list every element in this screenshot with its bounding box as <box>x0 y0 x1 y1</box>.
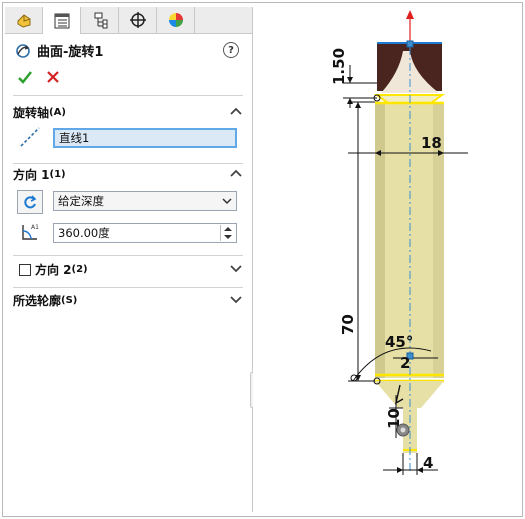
angle-value: 360.00度 <box>58 226 110 240</box>
revolve-surface-icon <box>16 43 30 58</box>
svg-text:A1: A1 <box>31 224 39 231</box>
direction2-section-header[interactable]: 方向 2 (2) <box>35 261 243 278</box>
axis-line-icon <box>20 127 40 147</box>
section-divider <box>13 163 243 164</box>
feature-title: 曲面-旋转1 <box>15 41 103 60</box>
section-divider <box>13 95 243 96</box>
tab-propertymanager[interactable] <box>43 7 81 34</box>
chevron-down-icon[interactable] <box>229 261 243 275</box>
end-condition-value: 给定深度 <box>58 194 104 208</box>
tab-configurationmanager[interactable] <box>81 7 119 33</box>
reverse-direction-icon <box>24 195 37 209</box>
section-divider <box>13 287 243 288</box>
crosshair-icon <box>129 12 146 28</box>
feature-title-text: 曲面-旋转1 <box>37 45 104 60</box>
direction2-section-title: 方向 2 <box>35 263 72 277</box>
chevron-down-icon <box>222 198 232 205</box>
angle-spinner[interactable] <box>220 225 235 241</box>
axis-selection-field[interactable]: 直线1 <box>53 128 237 148</box>
section-divider <box>13 255 243 256</box>
ok-button[interactable] <box>17 69 33 90</box>
angle-icon: A1 <box>22 224 39 240</box>
axis-section-header[interactable]: 旋转轴 (A) <box>13 104 243 121</box>
axis-section-suffix: (A) <box>49 107 66 118</box>
appearance-pie-icon <box>168 13 183 27</box>
model-view: 1.50 18 70 45° 2 10 4 <box>330 10 468 475</box>
tab-featuremanager[interactable] <box>5 7 43 33</box>
direction2-section-suffix: (2) <box>71 264 88 275</box>
cancel-button[interactable] <box>45 69 61 90</box>
dimension-label[interactable]: 2 <box>400 354 410 372</box>
property-manager-panel: 曲面-旋转1 ? 旋转轴 (A) 直线1 方向 1 (1) 给定深度 A1 360.… <box>5 7 253 512</box>
check-icon <box>18 71 32 84</box>
help-button[interactable]: ? <box>223 42 239 58</box>
dimension-label[interactable]: 45° <box>385 333 413 351</box>
feature-tree-icon <box>17 14 30 28</box>
chevron-up-icon[interactable] <box>229 166 243 180</box>
graphics-viewport[interactable]: 1.50 18 70 45° 2 10 4 <box>253 3 520 514</box>
chevron-down-icon[interactable] <box>229 292 243 306</box>
angle-input[interactable]: 360.00度 <box>53 223 237 243</box>
chevron-up-icon[interactable] <box>229 104 243 118</box>
direction1-section-suffix: (1) <box>49 169 66 180</box>
tab-display[interactable] <box>157 7 195 33</box>
direction1-section-title: 方向 1 <box>13 168 50 182</box>
dimension-label[interactable]: 18 <box>421 134 442 152</box>
manager-tabs <box>5 7 252 34</box>
profiles-section-suffix: (S) <box>61 295 78 306</box>
property-list-icon <box>54 13 69 28</box>
axis-section-title: 旋转轴 <box>13 106 50 120</box>
direction1-section-header[interactable]: 方向 1 (1) <box>13 166 243 183</box>
reverse-direction-button[interactable] <box>17 190 43 214</box>
dimension-label[interactable]: 70 <box>339 314 357 335</box>
spinner-arrows-icon <box>224 227 232 239</box>
profiles-section-title: 所选轮廓 <box>13 294 62 308</box>
dimension-label[interactable]: 1.50 <box>330 48 348 85</box>
dimension-label[interactable]: 4 <box>423 454 433 472</box>
profiles-section-header[interactable]: 所选轮廓 (S) <box>13 292 243 309</box>
tab-dimxpert[interactable] <box>119 7 157 33</box>
axis-arrow <box>406 10 414 19</box>
x-icon <box>47 71 59 83</box>
direction2-checkbox[interactable] <box>19 264 31 276</box>
configuration-icon <box>94 12 107 29</box>
end-condition-select[interactable]: 给定深度 <box>53 191 237 211</box>
